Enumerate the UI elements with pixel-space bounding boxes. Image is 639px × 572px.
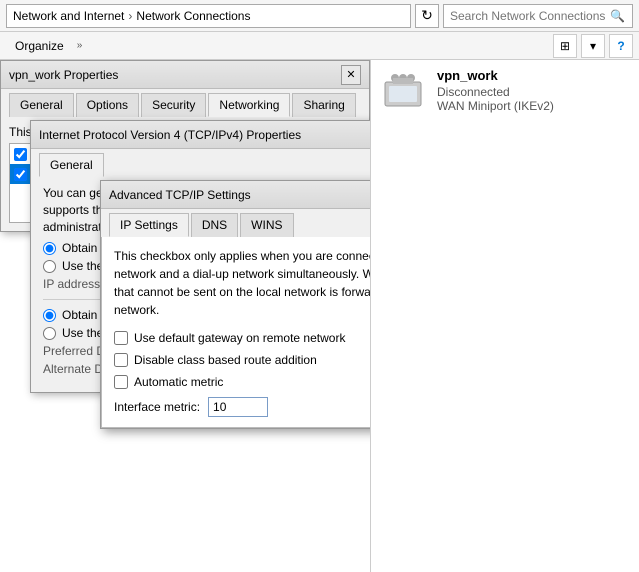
ipv4-tabs-row: General (31, 149, 370, 177)
tab-ipv4-general[interactable]: General (39, 153, 104, 177)
disable-class-checkbox[interactable] (114, 353, 128, 367)
interface-metric-row: Interface metric: (114, 397, 370, 417)
default-gateway-checkbox[interactable] (114, 331, 128, 345)
organize-button[interactable]: Organize (6, 36, 73, 56)
search-icon: 🔍 (610, 9, 625, 23)
adapter-status: Disconnected (437, 85, 631, 99)
breadcrumb-part2: Network Connections (136, 9, 250, 23)
auto-metric-row: Automatic metric (114, 375, 370, 389)
search-box: 🔍 (443, 4, 633, 28)
adapter-type: WAN Miniport (IKEv2) (437, 99, 631, 113)
vpn-dialog-title: vpn_work Properties (9, 68, 341, 82)
tab-dns[interactable]: DNS (191, 213, 238, 237)
advanced-tabs-row: IP Settings DNS WINS (101, 209, 370, 237)
advanced-description: This checkbox only applies when you are … (114, 247, 370, 319)
ipv4-checkbox[interactable] (14, 168, 27, 181)
disable-class-row: Disable class based route addition (114, 353, 370, 367)
connections-panel: vpn_work Properties ✕ General Options Se… (0, 60, 370, 572)
adapter-name: vpn_work (437, 68, 631, 83)
breadcrumb-part1: Network and Internet (13, 9, 124, 23)
advanced-dialog-titlebar: Advanced TCP/IP Settings ✕ (101, 181, 370, 209)
breadcrumb[interactable]: Network and Internet › Network Connectio… (6, 4, 411, 28)
search-input[interactable] (450, 9, 610, 23)
vpn-dialog-titlebar: vpn_work Properties ✕ (1, 61, 369, 89)
tab-wins[interactable]: WINS (240, 213, 293, 237)
main-content: vpn_work Properties ✕ General Options Se… (0, 60, 639, 572)
auto-metric-label: Automatic metric (134, 375, 223, 389)
adapter-info: vpn_work Disconnected WAN Miniport (IKEv… (379, 68, 631, 116)
tab-general[interactable]: General (9, 93, 74, 117)
manual-ip-radio[interactable] (43, 260, 56, 273)
tab-security[interactable]: Security (141, 93, 206, 117)
adapter-panel: vpn_work Disconnected WAN Miniport (IKEv… (370, 60, 639, 572)
breadcrumb-sep: › (128, 9, 132, 23)
view-icon-button[interactable]: ⊞ (553, 34, 577, 58)
vpn-dialog-close-button[interactable]: ✕ (341, 65, 361, 85)
default-gateway-label: Use default gateway on remote network (134, 331, 345, 345)
view-dropdown-button[interactable]: ▾ (581, 34, 605, 58)
help-button[interactable]: ? (609, 34, 633, 58)
adapter-icon (379, 68, 427, 116)
advanced-dialog-title: Advanced TCP/IP Settings (109, 188, 370, 202)
ipv6-checkbox[interactable] (14, 148, 27, 161)
tab-sharing[interactable]: Sharing (292, 93, 355, 117)
interface-metric-label: Interface metric: (114, 400, 200, 414)
disable-class-label: Disable class based route addition (134, 353, 317, 367)
tab-ip-settings[interactable]: IP Settings (109, 213, 189, 237)
auto-dns-radio[interactable] (43, 309, 56, 322)
advanced-dialog-body: This checkbox only applies when you are … (101, 237, 370, 428)
address-bar: Network and Internet › Network Connectio… (0, 0, 639, 32)
toolbar-right: ⊞ ▾ ? (553, 34, 633, 58)
ipv4-dialog-titlebar: Internet Protocol Version 4 (TCP/IPv4) P… (31, 121, 370, 149)
refresh-button[interactable]: ↻ (415, 4, 439, 28)
auto-metric-checkbox[interactable] (114, 375, 128, 389)
vpn-tabs-row: General Options Security Networking Shar… (1, 89, 369, 117)
more-options-chevron[interactable]: » (77, 40, 83, 51)
advanced-tcpip-dialog: Advanced TCP/IP Settings ✕ IP Settings D… (100, 180, 370, 429)
tab-options[interactable]: Options (76, 93, 139, 117)
interface-metric-input[interactable] (208, 397, 268, 417)
toolbar: Organize » ⊞ ▾ ? (0, 32, 639, 60)
adapter-details: vpn_work Disconnected WAN Miniport (IKEv… (437, 68, 631, 113)
auto-ip-radio[interactable] (43, 242, 56, 255)
ipv4-dialog-title: Internet Protocol Version 4 (TCP/IPv4) P… (39, 128, 370, 142)
tab-networking[interactable]: Networking (208, 93, 290, 117)
manual-dns-radio[interactable] (43, 327, 56, 340)
default-gateway-row: Use default gateway on remote network (114, 331, 370, 345)
